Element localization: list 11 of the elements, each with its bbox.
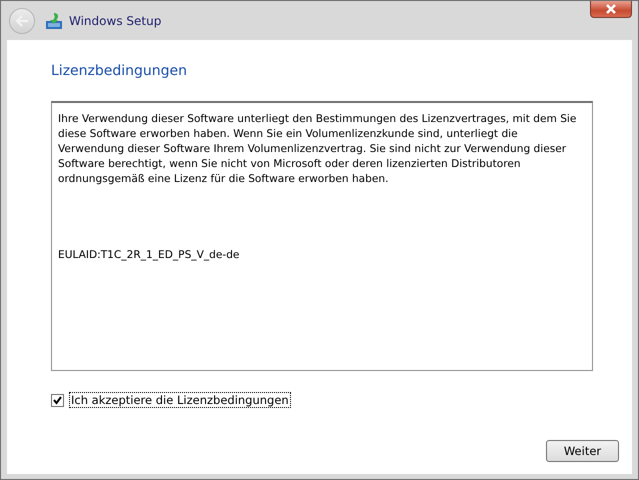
next-button[interactable]: Weiter: [546, 440, 619, 462]
license-paragraph: Ihre Verwendung dieser Software unterliegt den Bestimmungen des Lizenzvertrages, mit dem Sie diese Software erworben haben. Wenn Sie ein Volumenlizenzkunde sind, unterliegt die Verwendung dieser Software Ihrem Volumenlizenzvertrag. Sie sind nicht zur Verwendung dieser Software berechtigt, wenn Sie nicht von Microsoft oder deren lizenzierten Distributoren ordnungsgemäß eine Lizenz für die Software erworben haben.: [58, 112, 578, 187]
accept-checkbox[interactable]: [51, 394, 64, 406]
setup-icon: [45, 12, 63, 30]
window-title: Windows Setup: [69, 14, 162, 28]
eula-id: EULAID:T1C_2R_1_ED_PS_V_de-de: [58, 248, 240, 263]
back-arrow-icon: [15, 14, 29, 26]
close-button[interactable]: [590, 1, 632, 18]
accept-label[interactable]: Ich akzeptiere die Lizenzbedingungen: [69, 392, 291, 408]
page-heading: Lizenzbedingungen: [51, 63, 188, 79]
close-icon: [604, 4, 618, 14]
